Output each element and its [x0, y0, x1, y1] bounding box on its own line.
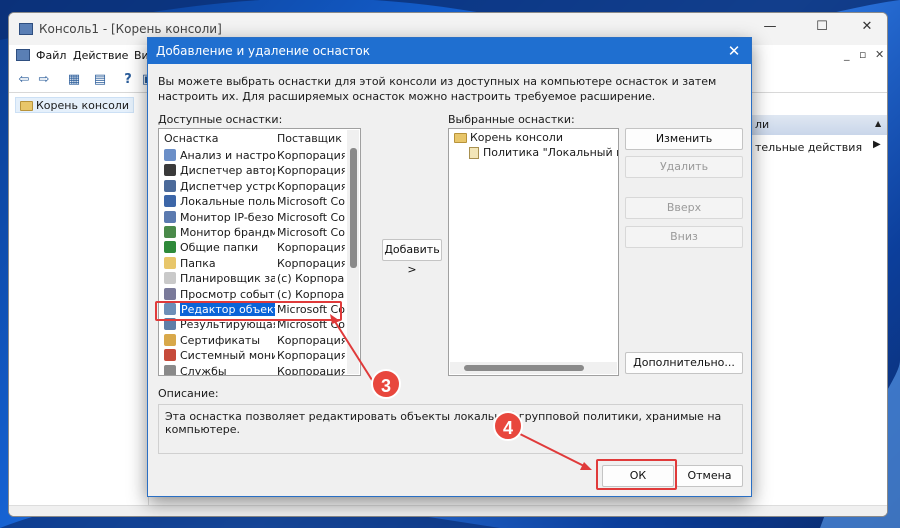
step-4-callout: 4 — [493, 411, 523, 441]
step-3-callout: 3 — [371, 369, 401, 399]
annotation-arrows — [330, 314, 592, 470]
